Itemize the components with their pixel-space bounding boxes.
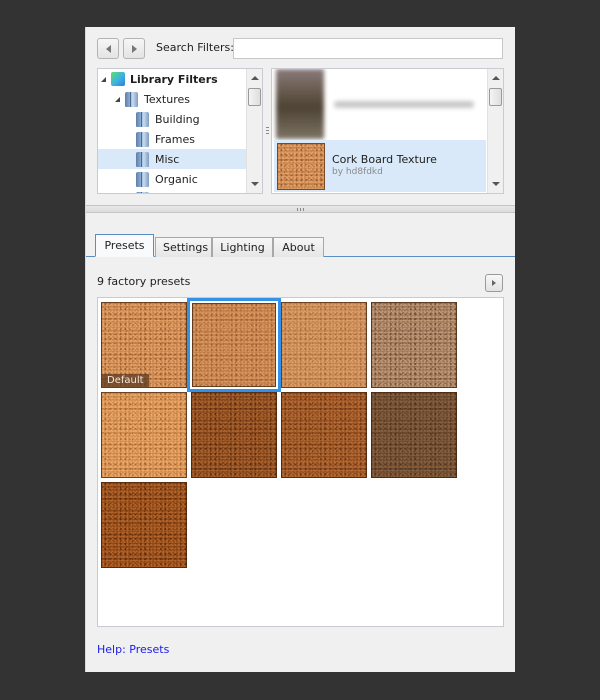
- scrollbar-thumb[interactable]: [489, 88, 502, 106]
- preset-swatch-6[interactable]: [191, 392, 277, 478]
- folder-icon: [136, 191, 149, 193]
- library-tree: Library Filters Textures Building Frames…: [97, 68, 263, 194]
- folder-icon: [136, 171, 149, 187]
- tree-item-label: Frames: [155, 132, 196, 146]
- tree-item-building[interactable]: Building: [98, 109, 246, 129]
- blurred-thumbnail: [276, 69, 324, 139]
- preset-texture: [101, 392, 187, 478]
- tree-item-partial[interactable]: [98, 189, 246, 193]
- presets-count-label: 9 factory presets: [97, 275, 191, 288]
- tree-scrollbar[interactable]: [246, 69, 262, 193]
- tree-item-library-filters[interactable]: Library Filters: [98, 69, 246, 89]
- preset-swatch-4[interactable]: [371, 302, 457, 388]
- list-item-author: by hd8fdkd: [332, 167, 383, 177]
- tab-settings[interactable]: Settings: [155, 237, 212, 257]
- tab-bar: Presets Settings Lighting About: [86, 234, 515, 257]
- tree-item-organic[interactable]: Organic: [98, 169, 246, 189]
- horizontal-splitter[interactable]: [86, 205, 515, 213]
- preset-swatch-8[interactable]: [371, 392, 457, 478]
- preset-swatch-7[interactable]: [281, 392, 367, 478]
- forward-button[interactable]: [123, 38, 145, 59]
- scroll-down-icon[interactable]: [492, 182, 500, 186]
- tab-about[interactable]: About: [273, 237, 324, 257]
- list-item-blurred[interactable]: [274, 69, 486, 139]
- preset-swatch-1[interactable]: Default: [101, 302, 187, 388]
- tree-item-label: Building: [155, 112, 200, 126]
- cork-board-thumbnail: [277, 143, 325, 190]
- default-badge: Default: [102, 374, 149, 387]
- tree-item-label: Textures: [144, 92, 190, 106]
- tree-item-label: Organic: [155, 172, 198, 186]
- expanded-arrow-icon[interactable]: [115, 96, 120, 102]
- preset-texture: [371, 302, 457, 388]
- scroll-up-icon[interactable]: [251, 76, 259, 80]
- search-filters-input[interactable]: [233, 38, 503, 59]
- tab-presets[interactable]: Presets: [95, 234, 154, 257]
- preset-swatch-2[interactable]: [187, 298, 281, 392]
- tree-item-frames[interactable]: Frames: [98, 129, 246, 149]
- folder-icon: [136, 151, 149, 167]
- back-arrow-icon: [105, 44, 111, 53]
- scroll-up-icon[interactable]: [492, 76, 500, 80]
- preset-swatch-9[interactable]: [101, 482, 187, 568]
- expanded-arrow-icon[interactable]: [101, 76, 106, 82]
- list-scrollbar[interactable]: [487, 69, 503, 193]
- help-presets-link[interactable]: Help: Presets: [97, 643, 169, 656]
- tree-item-label: Library Filters: [130, 72, 218, 86]
- blurred-title: [334, 101, 474, 108]
- folder-icon: [125, 91, 138, 107]
- menu-arrow-icon: [492, 280, 496, 286]
- preset-texture: [101, 482, 187, 568]
- preset-texture: [191, 392, 277, 478]
- filter-thumbnail-list: Cork Board Texture by hd8fdkd: [271, 68, 504, 194]
- folder-icon: [136, 131, 149, 147]
- list-item-cork-board-texture[interactable]: Cork Board Texture by hd8fdkd: [274, 140, 486, 192]
- list-item-title: Cork Board Texture: [332, 153, 437, 166]
- scroll-down-icon[interactable]: [251, 182, 259, 186]
- vertical-splitter-grip-icon[interactable]: [266, 127, 269, 136]
- presets-menu-button[interactable]: [485, 274, 503, 292]
- preset-texture: [192, 303, 276, 387]
- folder-icon: [136, 111, 149, 127]
- search-filters-label: Search Filters:: [156, 41, 234, 54]
- presets-grid: Default: [97, 297, 504, 627]
- scrollbar-thumb[interactable]: [248, 88, 261, 106]
- back-button[interactable]: [97, 38, 119, 59]
- filter-library-panel: Search Filters: Library Filters Textures…: [85, 27, 515, 672]
- tree-item-label: Misc: [155, 152, 180, 166]
- preset-swatch-5[interactable]: [101, 392, 187, 478]
- preset-texture: [281, 392, 367, 478]
- preset-swatch-3[interactable]: [281, 302, 367, 388]
- preset-texture: [281, 302, 367, 388]
- splitter-grip-icon: [297, 208, 305, 211]
- library-cube-icon: [111, 72, 125, 86]
- tab-lighting[interactable]: Lighting: [212, 237, 273, 257]
- preset-texture: [371, 392, 457, 478]
- tree-item-misc[interactable]: Misc: [98, 149, 246, 169]
- forward-arrow-icon: [131, 44, 137, 53]
- tree-item-textures[interactable]: Textures: [98, 89, 246, 109]
